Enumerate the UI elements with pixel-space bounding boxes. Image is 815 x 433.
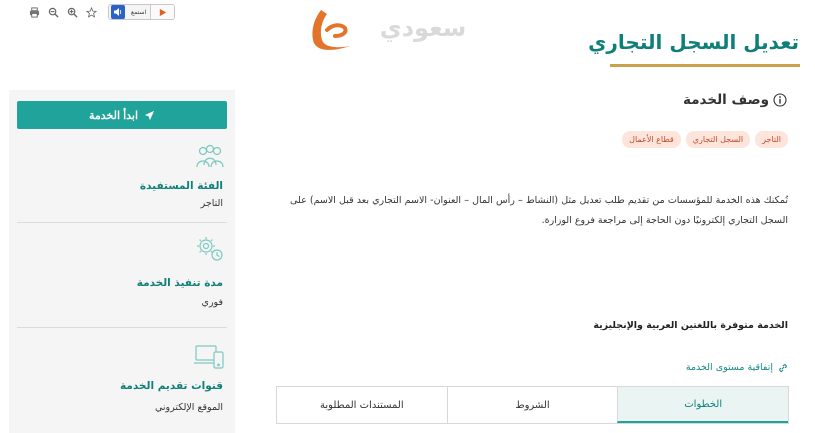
section-title-text: وصف الخدمة (683, 92, 769, 108)
top-toolbar: استمع (28, 4, 176, 20)
speaker-icon (111, 5, 125, 19)
start-service-label: ابدأ الخدمة (88, 109, 139, 122)
logo-text: سعودي (380, 14, 467, 42)
duration-heading: مدة تنفيذ الخدمة (136, 277, 223, 289)
star-icon[interactable] (85, 6, 98, 19)
beneficiary-value: التاجر (200, 198, 223, 209)
zoom-in-icon[interactable] (66, 6, 79, 19)
tag-merchant[interactable]: التاجر (755, 131, 788, 148)
language-note: الخدمة متوفرة باللغتين العربية والإنجليز… (593, 320, 788, 331)
zoom-out-icon[interactable] (47, 6, 60, 19)
site-logo: سعودي (305, 6, 505, 56)
service-tags: التاجر السجل التجاري قطاع الأعمال (622, 131, 788, 148)
tag-business-sector[interactable]: قطاع الأعمال (622, 131, 681, 148)
start-service-button[interactable]: ابدأ الخدمة (17, 101, 227, 129)
service-info-sidebar: ابدأ الخدمة الفئة المستفيدة التاجر مدة ت… (9, 90, 235, 433)
tab-steps[interactable]: الخطوات (617, 387, 788, 423)
send-icon (144, 110, 155, 120)
sidebar-item-beneficiary: الفئة المستفيدة التاجر (17, 140, 227, 222)
listen-label: استمع (131, 8, 147, 16)
beneficiary-heading: الفئة المستفيدة (139, 180, 223, 192)
sidebar-item-channels: قنوات تقديم الخدمة الموقع الإلكتروني (17, 332, 227, 432)
service-description-title: وصف الخدمة (683, 92, 787, 108)
title-underline (610, 64, 800, 67)
play-icon (159, 8, 167, 16)
print-icon[interactable] (28, 6, 41, 19)
service-tabs: الخطوات الشروط المستندات المطلوبة (276, 386, 789, 424)
link-icon (779, 363, 787, 372)
page-title: تعديل السجل التجاري (588, 30, 799, 54)
devices-icon (194, 342, 226, 372)
info-icon (773, 93, 787, 107)
sidebar-item-duration: مدة تنفيذ الخدمة فوري (17, 227, 227, 327)
tag-commercial-register[interactable]: السجل التجاري (685, 131, 751, 148)
tab-required-documents[interactable]: المستندات المطلوبة (277, 387, 447, 423)
people-icon (194, 143, 226, 173)
play-button[interactable] (150, 5, 175, 19)
sla-link-text[interactable]: إتفاقية مستوى الخدمة (686, 362, 773, 373)
sidebar-divider (17, 327, 227, 328)
sla-link[interactable]: إتفاقية مستوى الخدمة (686, 362, 788, 373)
service-description: تُمكنك هذه الخدمة للمؤسسات من تقديم طلب … (290, 195, 788, 226)
channels-value: الموقع الإلكتروني (154, 402, 223, 413)
listen-widget[interactable]: استمع (108, 4, 176, 20)
duration-value: فوري (201, 297, 223, 308)
sidebar-divider (17, 222, 227, 223)
channels-heading: قنوات تقديم الخدمة (120, 380, 223, 392)
gears-clock-icon (194, 233, 226, 263)
tab-conditions[interactable]: الشروط (446, 387, 618, 423)
